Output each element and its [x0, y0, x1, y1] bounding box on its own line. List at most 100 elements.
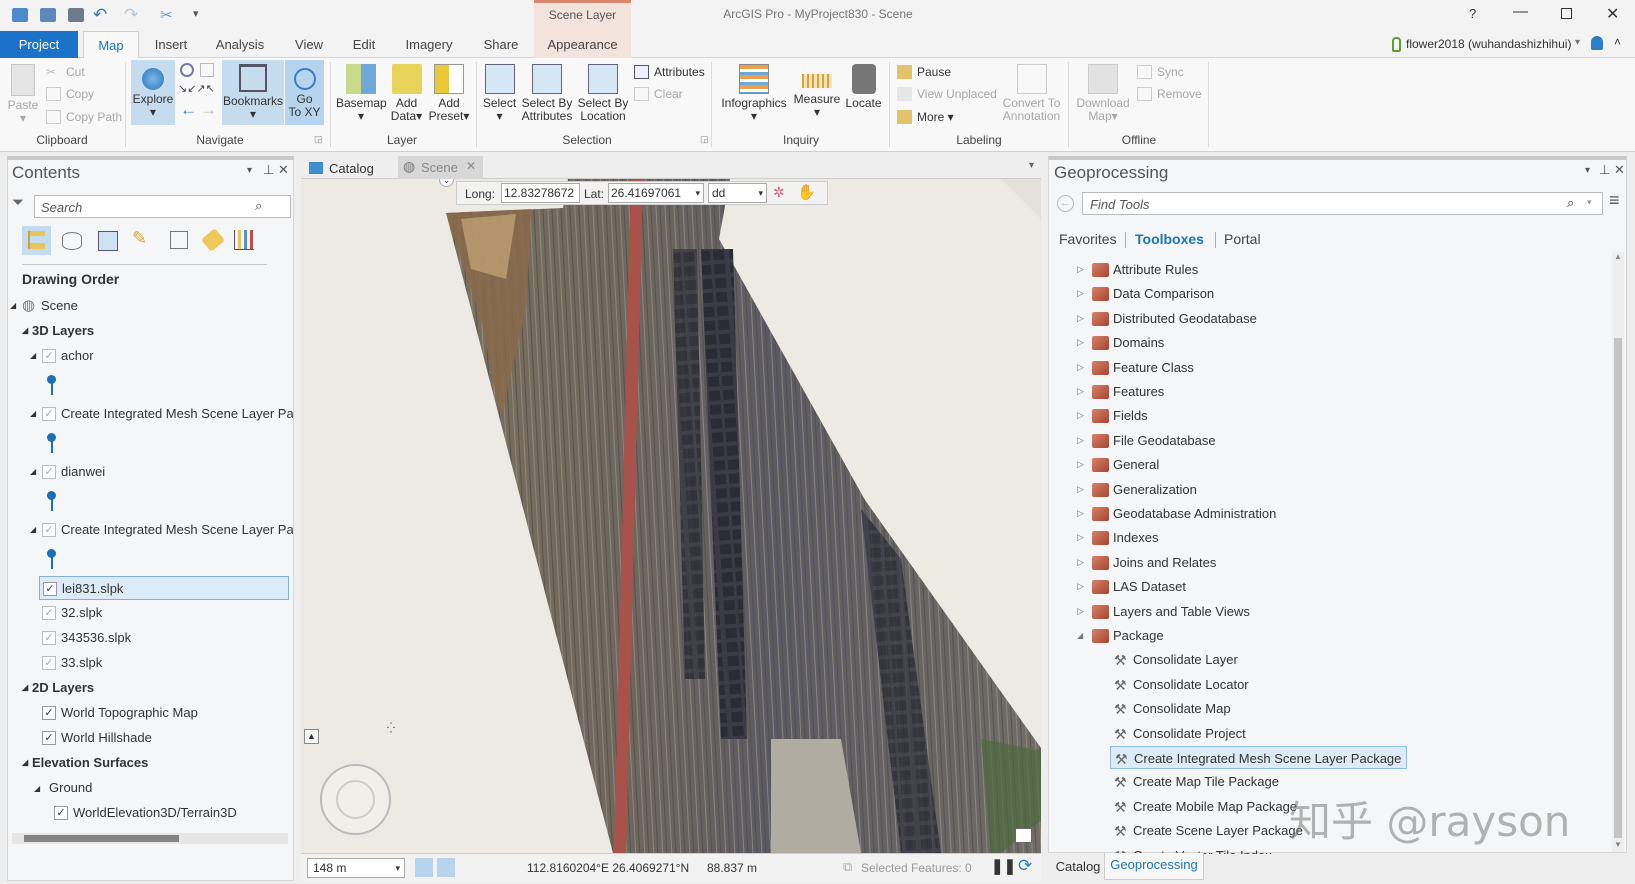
scroll-up-icon[interactable]: ▲ [1614, 252, 1622, 261]
tab-edit[interactable]: Edit [346, 31, 382, 58]
previous-extent-icon[interactable]: ← [180, 100, 197, 120]
expand-icon[interactable]: ▷ [1077, 282, 1084, 305]
expand-icon[interactable]: ▷ [1077, 356, 1084, 379]
toolbox-item[interactable]: ▷ Domains [1049, 331, 1589, 354]
list-by-charts-icon[interactable] [234, 230, 254, 250]
visibility-checkbox[interactable]: ✓ [42, 706, 56, 720]
visibility-checkbox[interactable]: ✓ [42, 731, 56, 745]
collapse-ribbon-icon[interactable]: ˄ [1614, 35, 1621, 49]
tab-map[interactable]: Map [83, 31, 139, 59]
snapping-toggle[interactable] [415, 858, 433, 877]
toolbox-item[interactable]: ▷ File Geodatabase [1049, 429, 1589, 452]
longitude-input[interactable]: 12.83278672 [501, 183, 580, 203]
list-by-labeling-icon[interactable] [200, 228, 226, 252]
download-map-button[interactable]: Download Map▾ [1074, 60, 1132, 123]
menu-icon[interactable]: ≡ [1609, 190, 1620, 211]
select-by-location-button[interactable]: Select By Location [577, 60, 629, 123]
expand-icon[interactable]: ▷ [1077, 575, 1084, 598]
toolbox-item[interactable]: ▷ LAS Dataset [1049, 575, 1589, 598]
view-unplaced-button[interactable]: View Unplaced [897, 84, 997, 104]
pin-pane-icon[interactable]: ⊥ [1599, 162, 1610, 178]
close-pane-icon[interactable]: ✕ [278, 162, 289, 178]
expand-icon[interactable]: ◢ [34, 777, 40, 801]
fixed-zoom-icon[interactable]: ↘↙↗↖ [178, 82, 215, 95]
vertical-scrollbar[interactable]: ▲ ▼ [1612, 252, 1624, 852]
paste-button[interactable]: Paste ▾ [6, 60, 40, 125]
navigate-launcher-icon[interactable]: ◲ [314, 134, 323, 145]
list-by-selection-icon[interactable] [98, 231, 118, 251]
find-tools-input[interactable]: Find Tools ⌕ ▾ [1082, 192, 1603, 215]
toolbox-item[interactable]: ▷ General [1049, 453, 1589, 476]
expand-icon[interactable]: ◢ [22, 319, 28, 343]
notification-icon[interactable] [1591, 36, 1603, 50]
expand-icon[interactable]: ▷ [1077, 258, 1084, 281]
tool-item[interactable]: ⚒ Create Integrated Mesh Scene Layer Pack… [1110, 746, 1407, 769]
expand-icon[interactable]: ▷ [1077, 600, 1084, 623]
navigator-compass[interactable] [320, 764, 391, 835]
maximize-button[interactable] [1561, 8, 1572, 19]
select-button[interactable]: Select ▾ [482, 60, 517, 123]
scale-select[interactable]: 148 m ▾ [307, 858, 405, 878]
search-icon[interactable]: ⌕ [255, 198, 262, 214]
pan-to-icon[interactable]: ✋ [797, 183, 816, 201]
list-by-editing-icon[interactable]: ✎ [132, 228, 147, 249]
horizontal-scrollbar[interactable] [12, 833, 288, 844]
flash-location-icon[interactable]: ✲ [773, 184, 785, 201]
next-extent-icon[interactable]: → [200, 100, 217, 120]
full-extent-icon[interactable] [180, 63, 194, 77]
toolbox-item[interactable]: ▷ Indexes [1049, 526, 1589, 549]
close-pane-icon[interactable]: ✕ [1614, 162, 1625, 178]
expand-icon[interactable]: ◢ [10, 294, 16, 318]
visibility-checkbox[interactable]: ✓ [43, 582, 57, 596]
grid-toggle[interactable] [437, 858, 455, 877]
scroll-down-icon[interactable]: ▼ [1614, 840, 1622, 849]
tab-project[interactable]: Project [0, 31, 78, 58]
expand-icon[interactable]: ▷ [1077, 526, 1084, 549]
toolbox-item[interactable]: ▷ Joins and Relates [1049, 551, 1589, 574]
close-button[interactable]: ✕ [1606, 4, 1619, 24]
expand-icon[interactable]: ▷ [1077, 478, 1084, 501]
filter-icon[interactable]: ⏷ [12, 194, 24, 211]
pane-options-icon[interactable]: ▾ [247, 165, 252, 176]
infographics-button[interactable]: Infographics ▾ [719, 60, 789, 123]
toolbox-item[interactable]: ▷ Attribute Rules [1049, 258, 1589, 281]
toolbox-item[interactable]: ▷ Fields [1049, 404, 1589, 427]
expand-icon[interactable]: ◢ [30, 518, 36, 542]
bottom-tab-geoprocessing[interactable]: Geoprocessing [1104, 853, 1204, 880]
pause-drawing-button[interactable]: ❚❚ [991, 857, 1016, 875]
tab-share[interactable]: Share [478, 31, 524, 58]
scene-view[interactable]: ⌄ Long: 12.83278672 Lat: 26.41697061 ▾ dd… [301, 179, 1041, 853]
copy-button[interactable]: Copy [46, 84, 94, 104]
selection-launcher-icon[interactable]: ◲ [700, 134, 709, 145]
attributes-button[interactable]: Attributes [634, 62, 705, 82]
scrollbar-thumb[interactable] [24, 835, 179, 842]
visibility-checkbox[interactable]: ✓ [42, 465, 56, 479]
pause-labeling-button[interactable]: Pause [897, 62, 951, 82]
toolbox-item[interactable]: ▷ Generalization [1049, 478, 1589, 501]
locate-button[interactable]: Locate [843, 60, 884, 110]
view-options-icon[interactable]: ▾ [1029, 160, 1034, 171]
remove-button[interactable]: Remove [1137, 84, 1202, 104]
minimize-button[interactable]: — [1513, 3, 1528, 20]
collapse-icon[interactable]: ◢ [1077, 624, 1083, 647]
toolbox-item[interactable]: ▷ Features [1049, 380, 1589, 403]
visibility-checkbox[interactable]: ✓ [54, 806, 68, 820]
expand-icon[interactable]: ▷ [1077, 307, 1084, 330]
list-by-drawing-order-button[interactable] [22, 226, 51, 255]
search-icon[interactable]: ⌕ [1567, 195, 1574, 211]
expand-icon[interactable]: ▷ [1077, 551, 1084, 574]
pane-options-icon[interactable]: ▾ [1585, 165, 1590, 176]
redo-icon[interactable]: ↷ [124, 5, 138, 25]
navigator-toggle-button[interactable]: ▲ [304, 729, 319, 744]
zoom-to-selection-icon[interactable] [200, 63, 214, 77]
tool-item[interactable]: ⚒ Consolidate Project [1110, 722, 1510, 745]
cut-button[interactable]: ✂ Cut [46, 62, 85, 82]
tab-scene[interactable]: ◍ Scene ✕ [398, 156, 483, 179]
tool-item[interactable]: ⚒ Consolidate Locator [1110, 673, 1510, 696]
expand-icon[interactable]: ◢ [30, 460, 36, 484]
help-button[interactable]: ? [1469, 6, 1476, 21]
nav-toolboxes[interactable]: Toolboxes [1135, 231, 1204, 247]
list-by-snapping-icon[interactable] [170, 231, 188, 249]
copy-path-button[interactable]: Copy Path [46, 107, 122, 127]
nav-favorites[interactable]: Favorites [1059, 231, 1117, 247]
